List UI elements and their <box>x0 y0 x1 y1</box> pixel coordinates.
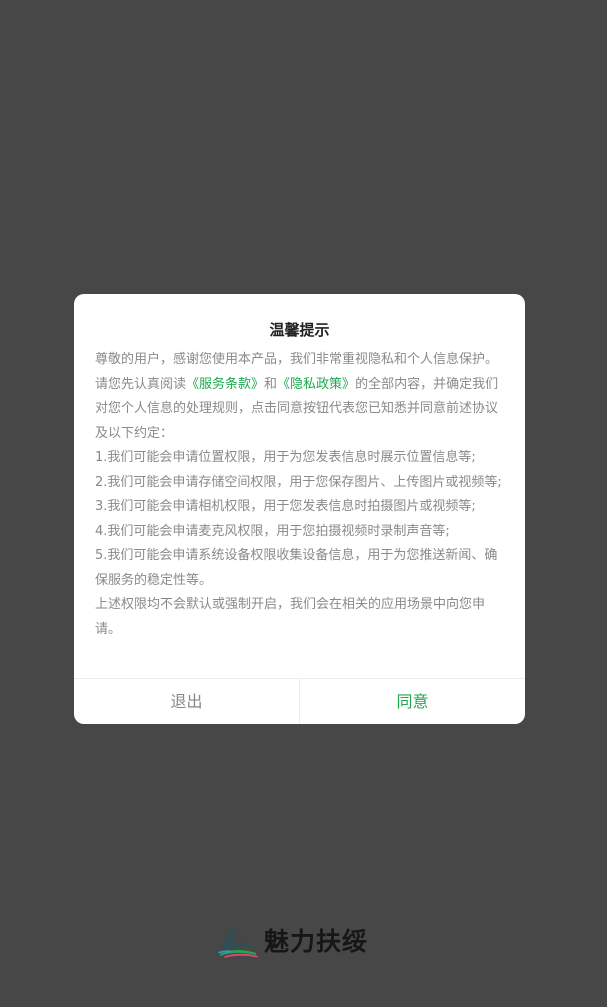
permission-dialog: 温馨提示 尊敬的用户，感谢您使用本产品，我们非常重视隐私和个人信息保护。请您先认… <box>74 294 525 724</box>
privacy-policy-link[interactable]: 《隐私政策》 <box>277 377 355 392</box>
permission-item-microphone: 4.我们可能会申请麦克风权限，用于您拍摄视频时录制声音等; <box>95 523 450 539</box>
brand-footer: 魅力扶绥 <box>216 920 368 960</box>
terms-of-service-link[interactable]: 《服务条款》 <box>186 377 264 392</box>
and-text: 和 <box>264 376 278 392</box>
dialog-intro: 尊敬的用户，感谢您使用本产品，我们非常重视隐私和个人信息保护。请您先认真阅读《服… <box>95 348 508 446</box>
permission-item-device: 5.我们可能会申请系统设备权限收集设备信息，用于为您推送新闻、确保服务的稳定性等… <box>95 548 498 588</box>
permission-item-storage: 2.我们可能会申请存储空间权限，用于您保存图片、上传图片或视频等; <box>95 474 502 490</box>
permission-item-camera: 3.我们可能会申请相机权限，用于您发表信息时拍摄图片或视频等; <box>95 499 476 514</box>
agree-button[interactable]: 同意 <box>300 679 525 724</box>
dialog-closing: 上述权限均不会默认或强制开启，我们会在相关的应用场景中向您申请。 <box>95 597 486 637</box>
dialog-body[interactable]: 尊敬的用户，感谢您使用本产品，我们非常重视隐私和个人信息保护。请您先认真阅读《服… <box>95 348 508 658</box>
dialog-title: 温馨提示 <box>269 321 330 339</box>
exit-button[interactable]: 退出 <box>74 679 299 724</box>
permission-item-location: 1.我们可能会申请位置权限，用于为您发表信息时展示位置信息等; <box>95 450 476 465</box>
brand-name: 魅力扶绥 <box>264 927 369 956</box>
dinosaur-logo-icon <box>218 926 258 958</box>
